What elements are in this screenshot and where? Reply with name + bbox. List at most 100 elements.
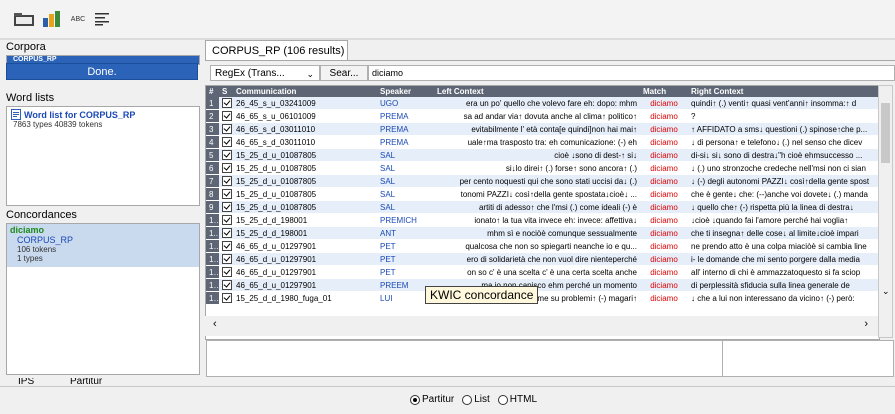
row-right-context: ↓ quello che↑ (-) rispetta più la linea …	[688, 200, 879, 214]
kwic-table[interactable]: # S Communication Speaker Left Context M…	[205, 85, 880, 340]
row-checkbox[interactable]	[219, 174, 233, 188]
row-checkbox[interactable]	[219, 122, 233, 136]
open-folder-icon[interactable]	[12, 9, 36, 29]
vertical-scrollbar[interactable]: ⌄	[878, 85, 893, 338]
row-communication: 46_65_s_d_03011010	[233, 122, 377, 136]
regex-dropdown[interactable]: RegEx (Trans... ⌄	[210, 65, 320, 81]
table-row[interactable]: 7 15_25_d_u_01087805 SAL per cento noquesti…	[206, 174, 879, 188]
table-row[interactable]: 4 46_65_s_d_03011010 PREMA uale↑ma traspost…	[206, 135, 879, 149]
row-checkbox[interactable]	[219, 200, 233, 214]
chevron-right-icon[interactable]: ›	[864, 318, 868, 330]
row-communication: 15_25_d_u_01087805	[233, 148, 377, 162]
row-checkbox[interactable]	[219, 226, 233, 240]
wordlists-list[interactable]: Word list for CORPUS_RP 7863 types 40839…	[6, 106, 200, 206]
table-row[interactable]: 8 15_25_d_u_01087805 SAL tonomi PAZZI↓ così…	[206, 187, 879, 201]
checkbox-checked-icon[interactable]	[222, 176, 232, 186]
table-row[interactable]: 6 15_25_d_u_01087805 SAL si↓lo direi↑ (.) f…	[206, 161, 879, 175]
checkbox-checked-icon[interactable]	[222, 98, 232, 108]
row-checkbox[interactable]	[219, 109, 233, 123]
search-input[interactable]	[368, 65, 895, 81]
table-row[interactable]: 1 26_45_s_u_03241009 UGO era un po' quello …	[206, 97, 879, 110]
row-checkbox[interactable]	[219, 265, 233, 279]
table-row[interactable]: 11 15_25_d_d_198001 ANT mhm sì e nociòè com…	[206, 226, 879, 240]
horizontal-scrollbar[interactable]: ‹ ›	[205, 316, 878, 336]
checkbox-checked-icon[interactable]	[222, 215, 232, 225]
table-row[interactable]: 14 46_65_d_u_01297901 PET on so c' è una sc…	[206, 265, 879, 279]
checkbox-checked-icon[interactable]	[222, 228, 232, 238]
col-communication[interactable]: Communication	[233, 86, 377, 97]
row-checkbox[interactable]	[219, 213, 233, 227]
row-number: 11	[206, 226, 219, 240]
table-header: # S Communication Speaker Left Context M…	[206, 86, 879, 97]
list-options-icon[interactable]	[92, 9, 112, 29]
table-row[interactable]: 15 46_65_d_u_01297901 PREEM ma io non capis…	[206, 278, 879, 292]
row-checkbox[interactable]	[219, 161, 233, 175]
col-s[interactable]: S	[219, 86, 233, 97]
row-number: 9	[206, 200, 219, 214]
col-speaker[interactable]: Speaker	[377, 86, 434, 97]
checkbox-checked-icon[interactable]	[222, 111, 232, 121]
row-checkbox[interactable]	[219, 135, 233, 149]
row-left-context: on so c' è una scelta c' è una certa sce…	[434, 265, 640, 279]
row-right-context: ?	[688, 109, 879, 123]
tooltip: KWIC concordance	[425, 286, 539, 304]
output-format-group: Partitur List HTML	[410, 394, 537, 405]
checkbox-checked-icon[interactable]	[222, 254, 232, 264]
checkbox-checked-icon[interactable]	[222, 267, 232, 277]
col-left-context[interactable]: Left Context	[434, 86, 640, 97]
radio-list[interactable]: List	[462, 394, 490, 405]
row-speaker: SAL	[377, 148, 434, 162]
row-communication: 46_65_d_u_01297901	[233, 278, 377, 292]
table-row[interactable]: 13 46_65_d_u_01297901 PET ero di solidariet…	[206, 252, 879, 266]
tab-partitur[interactable]: Partitur	[70, 378, 102, 386]
row-checkbox[interactable]	[219, 97, 233, 110]
checkbox-checked-icon[interactable]	[222, 163, 232, 173]
radio-html[interactable]: HTML	[497, 394, 537, 405]
checkbox-checked-icon[interactable]	[222, 124, 232, 134]
row-right-context: ↓ (-) degli autonomi PAZZI↓ così↑della g…	[688, 174, 879, 188]
table-row[interactable]: 2 46_65_s_u_06101009 PREMA sa ad andar via↑…	[206, 109, 879, 123]
row-checkbox[interactable]	[219, 278, 233, 292]
chevron-down-icon[interactable]: ⌄	[882, 286, 890, 297]
detail-pane-left	[206, 340, 724, 377]
table-row[interactable]: 16 15_25_d_d_1980_fuga_01 LUI tersi a discu…	[206, 291, 879, 305]
row-checkbox[interactable]	[219, 239, 233, 253]
row-communication: 26_45_s_u_03241009	[233, 97, 377, 110]
row-checkbox[interactable]	[219, 291, 233, 305]
wordlist-item[interactable]: Word list for CORPUS_RP	[7, 107, 199, 120]
checkbox-checked-icon[interactable]	[222, 150, 232, 160]
row-checkbox[interactable]	[219, 148, 233, 162]
row-number: 3	[206, 122, 219, 136]
table-row[interactable]: 5 15_25_d_u_01087805 SAL cioè ↓sono di dest…	[206, 148, 879, 162]
row-right-context: all' interno di chi è ammazzatoquesto si…	[688, 265, 879, 279]
scroll-thumb[interactable]	[881, 103, 890, 163]
checkbox-checked-icon[interactable]	[222, 189, 232, 199]
wordlist-name: Word list for CORPUS_RP	[24, 109, 136, 120]
row-match: diciamo	[640, 200, 688, 214]
table-row[interactable]: 10 15_25_d_d_198001 PREMICH ionato↑ la tua …	[206, 213, 879, 227]
row-match: diciamo	[640, 226, 688, 240]
radio-partitur[interactable]: Partitur	[410, 394, 454, 405]
checkbox-checked-icon[interactable]	[222, 137, 232, 147]
col-right-context[interactable]: Right Context	[688, 86, 879, 97]
results-tab[interactable]: CORPUS_RP (106 results)	[205, 40, 348, 60]
row-number: 16	[206, 291, 219, 305]
tab-ips[interactable]: IPS	[18, 378, 34, 386]
search-button[interactable]: Sear...	[320, 65, 368, 81]
checkbox-checked-icon[interactable]	[222, 202, 232, 212]
checkbox-checked-icon[interactable]	[222, 241, 232, 251]
col-match[interactable]: Match	[640, 86, 688, 97]
checkbox-checked-icon[interactable]	[222, 280, 232, 290]
row-checkbox[interactable]	[219, 252, 233, 266]
row-checkbox[interactable]	[219, 187, 233, 201]
chevron-left-icon[interactable]: ‹	[213, 318, 217, 330]
checkbox-checked-icon[interactable]	[222, 293, 232, 303]
table-row[interactable]: 9 15_25_d_u_01087805 SAL artiti di adesso↑ …	[206, 200, 879, 214]
col-num[interactable]: #	[206, 86, 219, 97]
concordance-item[interactable]: diciamo CORPUS_RP 106 tokens 1 types	[7, 224, 199, 267]
concordances-list[interactable]: diciamo CORPUS_RP 106 tokens 1 types	[6, 223, 200, 375]
abc-text-icon[interactable]: ABC	[66, 9, 90, 29]
table-row[interactable]: 3 46_65_s_d_03011010 PREMA evitabilmente l'…	[206, 122, 879, 136]
table-row[interactable]: 12 46_65_d_u_01297901 PET qualcosa che non …	[206, 239, 879, 253]
bar-chart-icon[interactable]	[40, 9, 64, 29]
